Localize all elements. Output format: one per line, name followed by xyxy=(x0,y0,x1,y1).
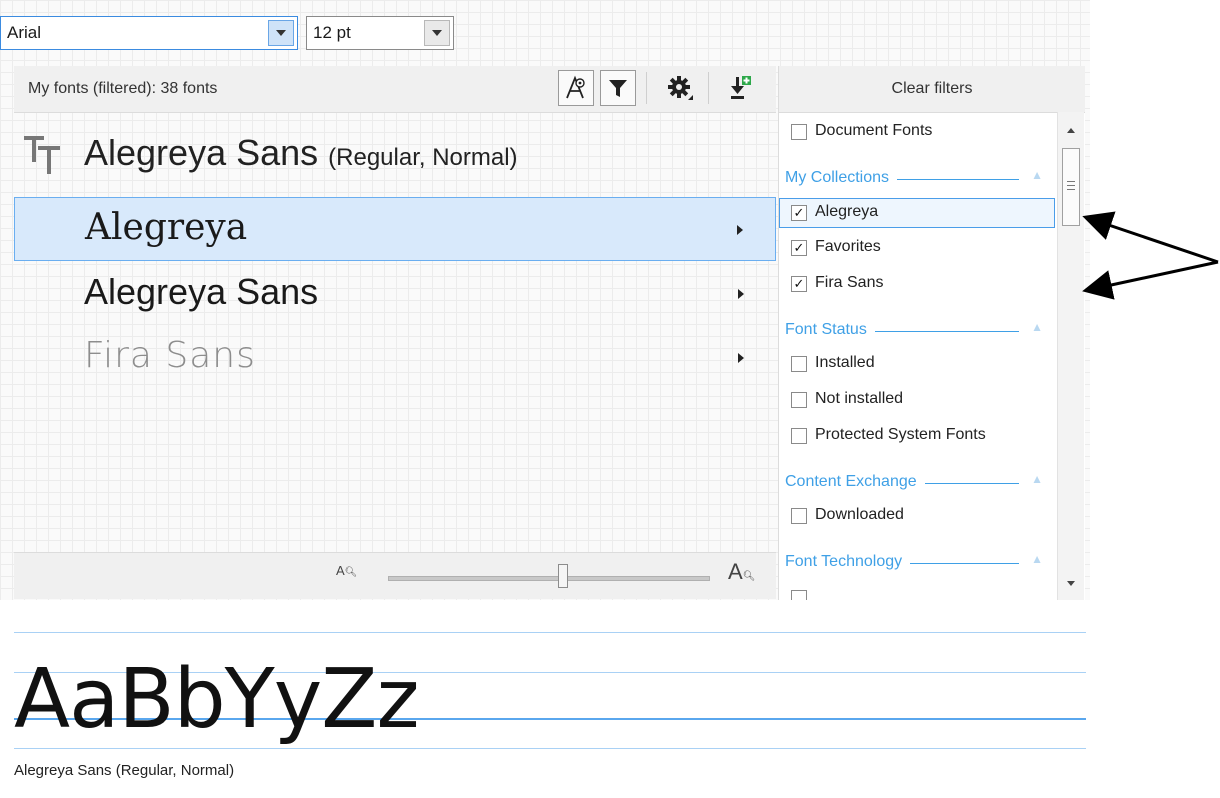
expand-arrow-icon[interactable] xyxy=(738,353,744,363)
filter-label: Downloaded xyxy=(815,506,904,523)
filter-panel: Clear filters Document Fonts My Collecti… xyxy=(778,66,1085,600)
filter-collection-alegreya[interactable]: ✓ Alegreya xyxy=(779,198,1055,228)
checkbox[interactable] xyxy=(791,124,807,140)
font-name-dropdown-button[interactable] xyxy=(268,20,294,46)
filter-icon[interactable] xyxy=(600,70,636,106)
checkbox[interactable] xyxy=(791,392,807,408)
font-size-value[interactable]: 12 pt xyxy=(313,23,351,43)
filter-label: Protected System Fonts xyxy=(815,426,986,443)
section-title: Font Status xyxy=(785,321,875,339)
filter-collection-fira-sans[interactable]: ✓ Fira Sans xyxy=(787,270,1055,300)
grip-line xyxy=(1067,189,1075,190)
zoom-slider-thumb[interactable] xyxy=(558,564,568,588)
filter-partial-item[interactable] xyxy=(787,584,1055,600)
zoom-in-icon[interactable]: A🔍︎ xyxy=(728,559,755,585)
zoom-large-letter: A xyxy=(728,559,743,584)
checkbox[interactable]: ✓ xyxy=(791,276,807,292)
checkbox[interactable] xyxy=(791,428,807,444)
section-font-status: Font Status ▲ xyxy=(785,316,1053,346)
filter-protected-system-fonts[interactable]: Protected System Fonts xyxy=(787,422,1055,452)
font-list-item-label: Fira Sans xyxy=(84,335,256,376)
filter-label: Not installed xyxy=(815,390,904,407)
collapse-icon[interactable]: ▲ xyxy=(1031,472,1043,486)
section-content-exchange: Content Exchange ▲ xyxy=(785,468,1053,498)
font-preview-icon[interactable] xyxy=(558,70,594,106)
font-list-item[interactable]: Alegreya Sans xyxy=(14,262,776,326)
top-toolbar: Arial 12 pt xyxy=(0,6,460,60)
font-count-label: My fonts (filtered): 38 fonts xyxy=(28,80,218,97)
zoom-slider-track[interactable] xyxy=(388,576,710,581)
scroll-down-icon[interactable] xyxy=(1067,581,1075,586)
selected-font-style: (Regular, Normal) xyxy=(328,144,518,171)
filter-label: Document Fonts xyxy=(815,122,933,139)
font-list-header: My fonts (filtered): 38 fonts xyxy=(14,66,776,113)
section-title: My Collections xyxy=(785,169,898,187)
checkbox[interactable] xyxy=(791,590,807,600)
font-name-combobox[interactable]: Arial xyxy=(0,16,298,50)
chevron-down-icon xyxy=(432,30,442,36)
selected-font-family: Alegreya Sans xyxy=(84,132,319,173)
checkbox[interactable]: ✓ xyxy=(791,240,807,256)
grip-line xyxy=(1067,185,1075,186)
scroll-up-icon[interactable] xyxy=(1067,128,1075,133)
filter-label: Fira Sans xyxy=(815,274,884,291)
filter-downloaded[interactable]: Downloaded xyxy=(787,502,1055,532)
filter-label: Favorites xyxy=(815,238,881,255)
section-font-technology: Font Technology ▲ xyxy=(785,548,1053,578)
expand-arrow-icon[interactable] xyxy=(738,289,744,299)
gear-icon[interactable] xyxy=(662,70,698,106)
section-title: Font Technology xyxy=(785,553,911,571)
checkbox[interactable] xyxy=(791,356,807,372)
section-my-collections: My Collections ▲ xyxy=(785,164,1053,194)
filter-scrollbar[interactable] xyxy=(1057,112,1084,600)
filter-not-installed[interactable]: Not installed xyxy=(787,386,1055,416)
grip-line xyxy=(1067,181,1075,182)
font-size-dropdown-button[interactable] xyxy=(424,20,450,46)
install-font-icon[interactable] xyxy=(722,70,758,106)
toolbar-separator xyxy=(646,72,647,104)
collapse-icon[interactable]: ▲ xyxy=(1031,320,1043,334)
zoom-out-icon[interactable]: A🔍︎ xyxy=(336,563,357,578)
font-list-item-label: Alegreya Sans xyxy=(84,271,319,312)
annotation-arrows xyxy=(1082,211,1219,300)
magnifier-icon: 🔍︎ xyxy=(344,567,358,578)
clear-filters-label: Clear filters xyxy=(891,80,973,97)
filter-document-fonts[interactable]: Document Fonts xyxy=(787,118,1055,148)
collapse-icon[interactable]: ▲ xyxy=(1031,168,1043,182)
toolbar-separator xyxy=(708,72,709,104)
zoom-small-letter: A xyxy=(336,563,345,578)
selected-font-name: Alegreya Sans (Regular, Normal) xyxy=(84,132,518,174)
font-list-panel: My fonts (filtered): 38 fonts Alegreya S… xyxy=(14,66,776,599)
preview-guide-line xyxy=(14,632,1086,633)
truetype-icon xyxy=(22,132,66,181)
font-list-item[interactable]: Fira Sans xyxy=(14,326,776,390)
font-name-value[interactable]: Arial xyxy=(7,23,41,43)
clear-filters-button[interactable]: Clear filters xyxy=(779,66,1085,113)
filter-installed[interactable]: Installed xyxy=(787,350,1055,380)
filter-collection-favorites[interactable]: ✓ Favorites xyxy=(787,234,1055,264)
font-list-item[interactable]: Alegreya xyxy=(14,197,776,261)
collapse-icon[interactable]: ▲ xyxy=(1031,552,1043,566)
expand-arrow-icon[interactable] xyxy=(737,225,743,235)
chevron-down-icon xyxy=(276,30,286,36)
checkbox[interactable]: ✓ xyxy=(791,205,807,221)
preview-caption: Alegreya Sans (Regular, Normal) xyxy=(14,762,235,779)
font-list-item-label: Alegreya xyxy=(85,207,248,248)
font-size-combobox[interactable]: 12 pt xyxy=(306,16,454,50)
preview-guide-line xyxy=(14,748,1086,749)
filter-list: Document Fonts My Collections ▲ ✓ Alegre… xyxy=(779,112,1057,600)
filter-label: Alegreya xyxy=(815,203,879,220)
section-title: Content Exchange xyxy=(785,473,925,491)
font-preview-area: AaBbYyZz Alegreya Sans (Regular, Normal) xyxy=(0,600,1090,798)
zoom-slider-bar: A🔍︎ A🔍︎ xyxy=(14,552,776,599)
preview-sample-text: AaBbYyZz xyxy=(14,652,419,747)
magnifier-icon: 🔍︎ xyxy=(742,571,756,582)
filter-label: Installed xyxy=(815,354,875,371)
checkbox[interactable] xyxy=(791,508,807,524)
selected-font-heading: Alegreya Sans (Regular, Normal) xyxy=(14,120,776,190)
